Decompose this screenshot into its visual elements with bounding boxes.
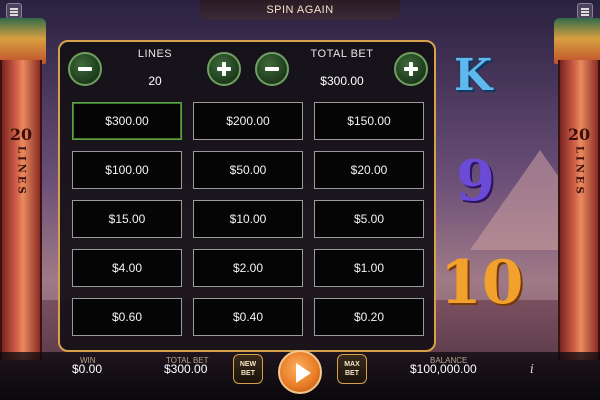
top-bar: SPIN AGAIN [0,0,600,20]
lines-value: 20 [148,74,162,88]
left-pillar-text: 20 LINES [0,125,42,201]
bet-panel: LINES 20 TOTAL BET $300.00 $300.00 $200.… [58,40,436,352]
minus-icon [78,67,92,71]
play-icon [296,363,311,383]
menu-icon[interactable] [6,3,22,19]
left-pillar [0,60,42,360]
bet-option[interactable]: $50.00 [193,151,303,189]
spin-button[interactable] [278,350,322,394]
balance-value: $100,000.00 [410,362,477,376]
bet-option[interactable]: $100.00 [72,151,182,189]
left-pillar-number: 20 [9,125,33,144]
lines-plus-button[interactable] [207,52,241,86]
bet-options-grid: $300.00 $200.00 $150.00 $100.00 $50.00 $… [72,100,424,342]
bet-option[interactable]: $4.00 [72,249,182,287]
minus-icon [265,67,279,71]
info-icon[interactable]: i [530,362,534,376]
bet-option[interactable]: $2.00 [193,249,303,287]
bet-option[interactable]: $1.00 [314,249,424,287]
bet-option[interactable]: $150.00 [314,102,424,140]
total-bet-title: TOTAL BET [310,48,374,60]
new-bet-button[interactable]: NEW BET [233,354,263,384]
bet-option[interactable]: $200.00 [193,102,303,140]
total-bet-minus-button[interactable] [255,52,289,86]
spin-again-banner[interactable]: SPIN AGAIN [200,0,400,20]
reel-symbol-9: 9 [456,148,495,214]
bet-option[interactable]: $0.60 [72,298,182,336]
bet-option[interactable]: $10.00 [193,200,303,238]
bet-option[interactable]: $300.00 [72,102,182,140]
left-pillar-label: LINES [15,146,27,197]
bet-option[interactable]: $20.00 [314,151,424,189]
right-pillar-label: LINES [573,146,585,197]
bet-option[interactable]: $0.20 [314,298,424,336]
lines-title: LINES [137,48,173,60]
left-pillar-cap [0,18,46,64]
right-pillar-cap [554,18,600,64]
settings-menu-icon[interactable] [577,3,593,19]
max-bet-button[interactable]: MAX BET [337,354,367,384]
lines-minus-button[interactable] [68,52,102,86]
bottom-total-bet-value: $300.00 [164,362,208,376]
bet-option[interactable]: $15.00 [72,200,182,238]
bet-option[interactable]: $0.40 [193,298,303,336]
bet-option[interactable]: $5.00 [314,200,424,238]
total-bet-value: $300.00 [320,74,364,88]
win-value: $0.00 [72,362,103,376]
reel-symbol-10: 10 [440,248,524,318]
reel-symbol-k: K [454,50,493,101]
right-pillar-text: 20 LINES [558,125,600,201]
right-pillar-number: 20 [567,125,591,144]
total-bet-plus-button[interactable] [394,52,428,86]
right-pillar [558,60,600,360]
